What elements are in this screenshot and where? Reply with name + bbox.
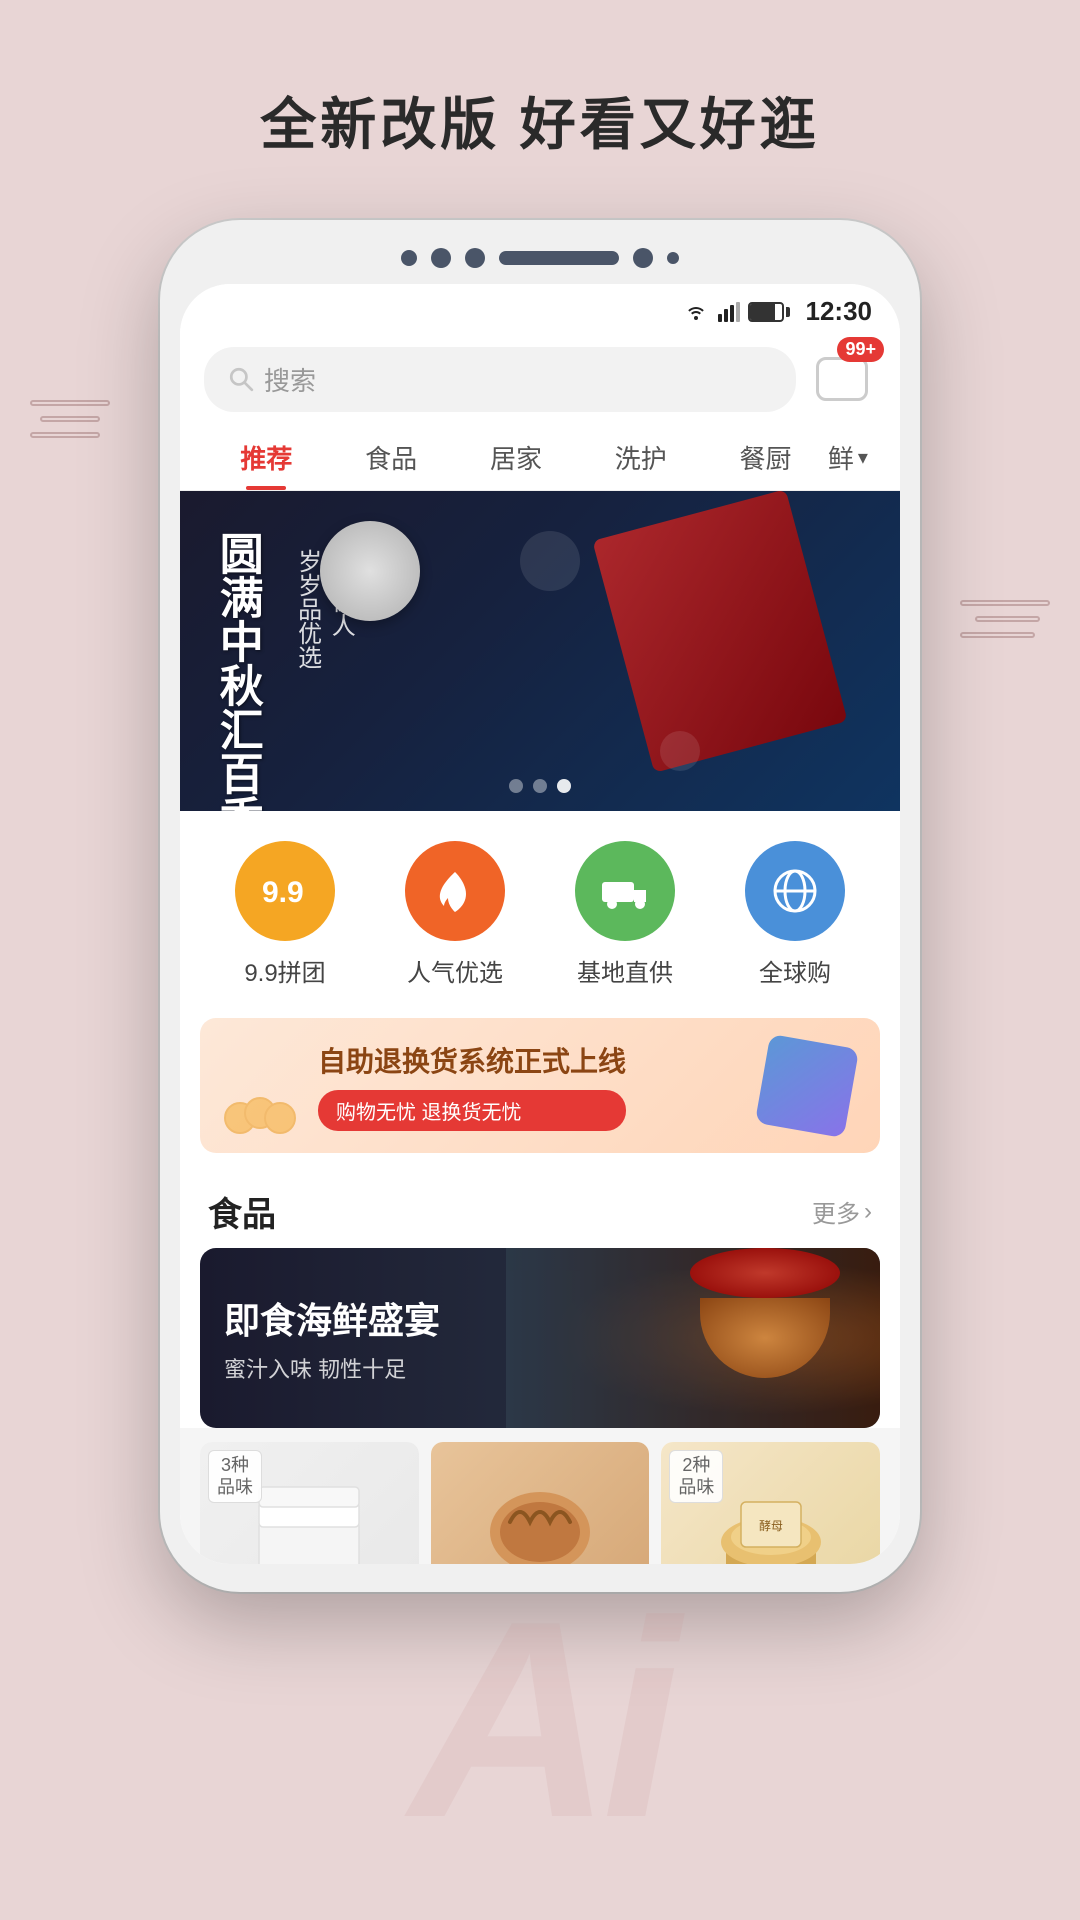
battery-icon <box>748 302 790 322</box>
banner-plate-decor <box>320 521 420 621</box>
search-bar-wrap: 搜索 99+ <box>180 335 900 419</box>
category-item-home[interactable]: 居家 <box>454 429 579 490</box>
banner-circle-2 <box>660 731 700 771</box>
food-section-title: 食品 <box>208 1187 276 1236</box>
quick-item-group-buy[interactable]: 9.9 9.9拼团 <box>235 841 335 988</box>
promo-coins-decor <box>220 1088 300 1143</box>
chicken-svg <box>470 1472 610 1564</box>
chevron-right-icon: › <box>864 1198 872 1226</box>
quick-icon-circle-global <box>745 841 845 941</box>
product-grid: 3种品味 爆款 雪域芝士蛋糕 <box>180 1428 900 1564</box>
product-image-chicken: 直降 <box>431 1442 650 1564</box>
sensor-dot <box>401 250 417 266</box>
food-banner-subtitle: 蜜汁入味 韧性十足 <box>224 1352 440 1384</box>
phone-sensor-bar <box>180 248 900 268</box>
category-more[interactable]: 鲜 ▾ <box>828 429 876 490</box>
category-item-recommend[interactable]: 推荐 <box>204 429 329 490</box>
search-bar[interactable]: 搜索 <box>204 347 796 412</box>
product-image-bread: 2种品味 酵母 <box>661 1442 880 1564</box>
promo-title: 自助退换货系统正式上线 <box>318 1040 626 1080</box>
sensor-dot-speaker <box>465 248 485 268</box>
group-buy-icon: 9.9 <box>258 864 312 918</box>
banner-dots <box>509 779 571 793</box>
banner-dot-1 <box>509 779 523 793</box>
message-bubble <box>816 357 868 401</box>
food-bowl-decor <box>700 1268 850 1408</box>
sensor-dot-2 <box>633 248 653 268</box>
hero-banner[interactable]: 圆满中秋汇百香 月下佳人 岁岁品优选 <box>180 491 900 811</box>
quick-label-direct: 基地直供 <box>577 953 673 988</box>
ai-text: Ai <box>410 1580 670 1860</box>
quick-icons-section: 9.9 9.9拼团 人气优选 <box>180 811 900 1008</box>
quick-label-global: 全球购 <box>759 953 831 988</box>
product-variety-badge-bread: 2种品味 <box>669 1450 723 1503</box>
wifi-icon <box>682 302 710 322</box>
banner-dot-3 <box>557 779 571 793</box>
quick-item-global[interactable]: 全球购 <box>745 841 845 988</box>
fire-icon <box>428 864 482 918</box>
ai-watermark: Ai <box>410 1580 670 1860</box>
promo-content: 自助退换货系统正式上线 购物无忧 退换货无忧 <box>318 1040 626 1131</box>
promo-banner[interactable]: 自助退换货系统正式上线 购物无忧 退换货无忧 <box>200 1018 880 1153</box>
quick-item-popular[interactable]: 人气优选 <box>405 841 505 988</box>
category-item-care[interactable]: 洗护 <box>578 429 703 490</box>
globe-icon <box>768 864 822 918</box>
category-item-food[interactable]: 食品 <box>329 429 454 490</box>
food-section-more[interactable]: 更多 › <box>812 1194 872 1229</box>
food-banner-text: 即食海鲜盛宴 蜜汁入味 韧性十足 <box>200 1272 464 1404</box>
quick-icon-circle-popular <box>405 841 505 941</box>
banner-circle-1 <box>520 531 580 591</box>
signal-icon <box>718 302 740 322</box>
product-image-cake: 3种品味 爆款 <box>200 1442 419 1564</box>
quick-label-group-buy: 9.9拼团 <box>244 953 325 988</box>
status-time: 12:30 <box>806 296 873 327</box>
banner-dot-2 <box>533 779 547 793</box>
decorative-lines-left <box>30 400 110 448</box>
svg-text:9.9: 9.9 <box>262 876 304 909</box>
search-placeholder: 搜索 <box>264 361 316 398</box>
status-icons <box>682 302 790 322</box>
food-banner[interactable]: 即食海鲜盛宴 蜜汁入味 韧性十足 <box>200 1248 880 1428</box>
truck-icon <box>598 864 652 918</box>
food-section-header: 食品 更多 › <box>180 1163 900 1248</box>
banner-text: 圆满中秋汇百香 <box>210 531 263 811</box>
quick-item-direct[interactable]: 基地直供 <box>575 841 675 988</box>
banner-main-text: 圆满中秋汇百香 <box>210 531 263 811</box>
category-item-kitchen[interactable]: 餐厨 <box>703 429 828 490</box>
phone-screen: 12:30 搜索 99+ 推荐 <box>180 284 900 1564</box>
sensor-dot-camera <box>431 248 451 268</box>
quick-icon-circle-group-buy: 9.9 <box>235 841 335 941</box>
sensor-dot-small <box>667 252 679 264</box>
status-bar: 12:30 <box>180 284 900 335</box>
food-banner-title: 即食海鲜盛宴 <box>224 1292 440 1344</box>
search-icon <box>228 366 254 392</box>
sensor-bar <box>499 251 619 265</box>
chevron-down-icon: ▾ <box>858 445 868 470</box>
headline: 全新改版 好看又好逛 <box>0 0 1080 161</box>
banner-red-box-decor <box>592 491 847 773</box>
decorative-lines-right <box>960 600 1050 648</box>
quick-label-popular: 人气优选 <box>407 953 503 988</box>
product-card-chicken[interactable]: 直降 无骨鸭掌 <box>431 1442 650 1564</box>
message-badge: 99+ <box>837 337 884 362</box>
category-nav: 推荐 食品 居家 洗护 餐厨 鲜 ▾ <box>180 419 900 491</box>
product-variety-badge-cake: 3种品味 <box>208 1450 262 1503</box>
quick-icon-circle-direct <box>575 841 675 941</box>
promo-tag: 购物无忧 退换货无忧 <box>318 1090 626 1131</box>
svg-text:酵母: 酵母 <box>759 1519 783 1533</box>
product-card-cake[interactable]: 3种品味 爆款 雪域芝士蛋糕 <box>200 1442 419 1564</box>
product-card-bread[interactable]: 2种品味 酵母 天然酵母面包 <box>661 1442 880 1564</box>
message-icon-wrap[interactable]: 99+ <box>808 345 876 413</box>
promo-box-decor <box>755 1033 859 1137</box>
phone-mockup: 12:30 搜索 99+ 推荐 <box>160 220 920 1592</box>
